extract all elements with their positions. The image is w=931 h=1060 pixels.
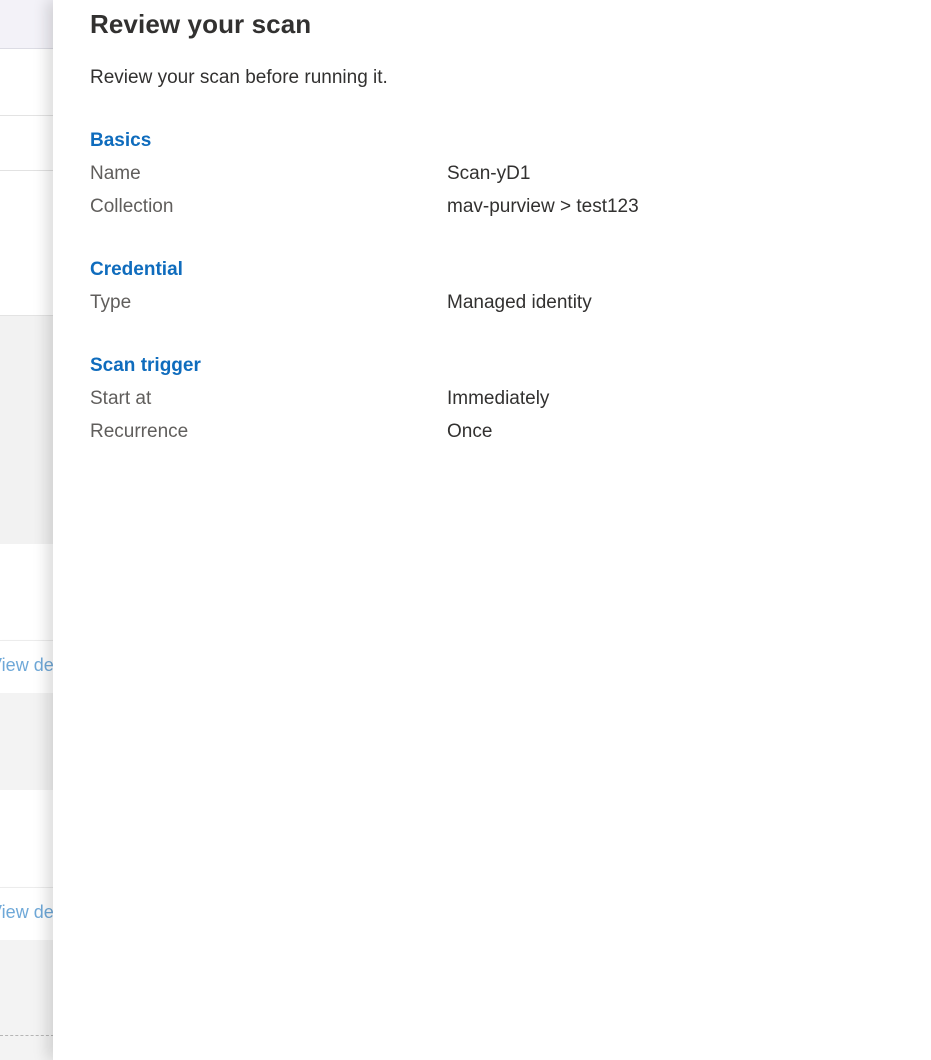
page: View details View details Review your sc… — [0, 0, 931, 1060]
background-gap — [0, 940, 60, 1060]
background-card — [0, 544, 60, 642]
background-gap — [0, 693, 60, 790]
view-details-link[interactable]: View details — [0, 655, 60, 676]
background-row — [0, 49, 60, 116]
start-at-label: Start at — [90, 388, 152, 409]
background-card — [0, 790, 60, 888]
name-label: Name — [90, 163, 141, 184]
background-row — [0, 171, 60, 316]
start-at-value: Immediately — [447, 388, 550, 409]
background-gap — [0, 316, 60, 544]
view-details-link[interactable]: View details — [0, 902, 60, 923]
credential-type-value: Managed identity — [447, 292, 592, 313]
section-heading-credential: Credential — [90, 259, 183, 280]
section-heading-scan-trigger: Scan trigger — [90, 355, 201, 376]
background-card-footer: View details — [0, 640, 60, 693]
background-row — [0, 116, 60, 171]
panel-title: Review your scan — [90, 9, 312, 39]
background-card-footer: View details — [0, 887, 60, 940]
recurrence-value: Once — [447, 421, 493, 442]
collection-value: mav-purview > test123 — [447, 196, 639, 217]
review-scan-panel: Review your scan Review your scan before… — [53, 0, 931, 1060]
section-heading-basics: Basics — [90, 130, 152, 151]
credential-type-label: Type — [90, 292, 132, 313]
background-page: View details View details — [0, 0, 60, 1060]
panel-subtitle: Review your scan before running it. — [90, 67, 388, 88]
dashed-divider — [0, 1035, 54, 1036]
recurrence-label: Recurrence — [90, 421, 189, 442]
name-value: Scan-yD1 — [447, 163, 531, 184]
collection-label: Collection — [90, 196, 174, 217]
background-header — [0, 0, 60, 49]
